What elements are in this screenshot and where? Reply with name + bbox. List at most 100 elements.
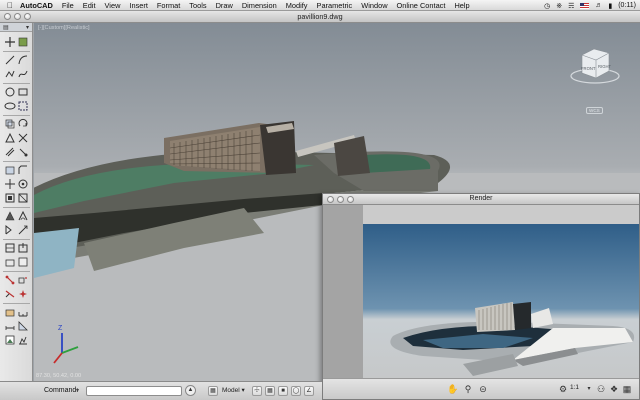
palette-divider <box>3 303 30 304</box>
angular-dimension-tool-icon[interactable] <box>17 210 29 222</box>
hatch-tool-icon[interactable] <box>4 178 16 190</box>
command-expand-icon[interactable]: ▲ <box>185 385 196 396</box>
stretch-tool-icon[interactable] <box>17 192 29 204</box>
polygon-tool-icon[interactable] <box>17 100 29 112</box>
palette-divider <box>3 115 30 116</box>
quick-select-tool-icon[interactable] <box>17 36 29 48</box>
render-output-image <box>363 224 639 378</box>
area-tool-icon[interactable] <box>17 320 29 332</box>
image-tool-icon[interactable] <box>4 334 16 346</box>
battery-icon[interactable]: ▮ <box>608 2 612 10</box>
circle-tool-icon[interactable] <box>4 86 16 98</box>
select-cursor-tool-icon[interactable] <box>4 36 16 48</box>
render-titlebar: Render <box>323 194 639 205</box>
distance-tool-icon[interactable] <box>4 320 16 332</box>
object-snap-icon[interactable]: ∠ <box>304 386 314 396</box>
join-tool-icon[interactable] <box>17 274 29 286</box>
zoom-magnifier-icon[interactable]: ⚲ <box>462 383 474 395</box>
table-tool-icon[interactable] <box>4 306 16 318</box>
time-machine-icon[interactable]: ◷ <box>544 2 550 10</box>
snap-icon[interactable]: ☩ <box>252 386 262 396</box>
menu-tools[interactable]: Tools <box>189 1 206 10</box>
break-tool-icon[interactable] <box>4 288 16 300</box>
input-flag-icon[interactable] <box>580 2 590 9</box>
wifi-icon[interactable]: ☴ <box>568 2 574 10</box>
menu-view[interactable]: View <box>105 1 121 10</box>
menu-insert[interactable]: Insert <box>129 1 147 10</box>
polar-tracking-icon[interactable]: ◯ <box>291 386 301 396</box>
menu-dimension[interactable]: Dimension <box>242 1 277 10</box>
grid-display-icon[interactable]: ▦ <box>265 386 275 396</box>
block-tool-icon[interactable] <box>4 242 16 254</box>
offset-tool-icon[interactable] <box>4 146 16 158</box>
viewport-controls-label[interactable]: [-][Custom][Realistic] <box>38 25 90 31</box>
render-top-gap <box>363 205 639 224</box>
spline-tool-icon[interactable] <box>17 68 29 80</box>
rotate-tool-icon[interactable] <box>17 118 29 130</box>
text-tool-icon[interactable] <box>4 224 16 236</box>
menu-edit[interactable]: Edit <box>83 1 96 10</box>
layout-grid-icon[interactable]: ▦ <box>208 386 218 396</box>
menu-draw[interactable]: Draw <box>216 1 233 10</box>
cantilever-wall <box>334 136 370 176</box>
command-input[interactable] <box>86 386 182 396</box>
volume-icon[interactable]: ♬ <box>595 2 602 9</box>
menu-file[interactable]: File <box>62 1 74 10</box>
render-tool-c-icon[interactable]: ▦ <box>621 383 633 395</box>
mirror-tool-icon[interactable] <box>4 132 16 144</box>
document-title: pavillion9.dwg <box>297 12 343 21</box>
command-status-bar: Command: ▾ ▲ ▦ Model ▾ ☩ ▦ ■ ◯ ∠ <box>0 381 322 400</box>
document-titlebar: pavillion9.dwg <box>0 11 640 23</box>
zoom-dropdown-icon[interactable]: ▾ <box>583 383 595 395</box>
leader-tool-icon[interactable] <box>17 224 29 236</box>
render-tool-b-icon[interactable]: ❖ <box>608 383 620 395</box>
plot-tool-icon[interactable] <box>17 334 29 346</box>
menu-modify[interactable]: Modify <box>286 1 308 10</box>
insert-block-tool-icon[interactable] <box>17 242 29 254</box>
tool-palette: ▤ ▾ <box>0 23 33 381</box>
palette-divider <box>3 239 30 240</box>
properties-tool-icon[interactable] <box>17 256 29 268</box>
viewcube-front-label[interactable]: FRONT <box>581 66 595 71</box>
viewcube-right-label[interactable]: RIGHT <box>598 64 611 69</box>
menu-online-contact[interactable]: Online Contact <box>397 1 446 10</box>
zoom-out-icon[interactable]: ⊝ <box>477 383 489 395</box>
region-tool-icon[interactable] <box>17 178 29 190</box>
palette-divider <box>3 271 30 272</box>
polyline-tool-icon[interactable] <box>4 68 16 80</box>
ellipse-tool-icon[interactable] <box>4 100 16 112</box>
measure-tool-icon[interactable] <box>17 306 29 318</box>
menu-window[interactable]: Window <box>361 1 387 10</box>
array-tool-icon[interactable] <box>4 274 16 286</box>
extend-tool-icon[interactable] <box>17 146 29 158</box>
bluetooth-icon[interactable]: ※ <box>556 2 562 10</box>
line-tool-icon[interactable] <box>4 54 16 66</box>
model-tab-select[interactable]: Model ▾ <box>222 386 250 396</box>
menu-app-name[interactable]: AutoCAD <box>20 1 53 10</box>
trim-tool-icon[interactable] <box>17 132 29 144</box>
render-settings-icon[interactable]: ⚙ <box>557 383 569 395</box>
wcs-menu[interactable]: WCS <box>586 107 603 114</box>
palette-dropdown-icon[interactable]: ▾ <box>26 24 29 31</box>
ortho-icon[interactable]: ■ <box>278 386 288 396</box>
menu-format[interactable]: Format <box>157 1 180 10</box>
chamfer-tool-icon[interactable] <box>17 164 29 176</box>
rectangle-tool-icon[interactable] <box>17 86 29 98</box>
command-history-icon[interactable]: ▾ <box>76 387 79 394</box>
render-zoom-level[interactable]: 1:1 <box>570 384 579 391</box>
menu-help[interactable]: Help <box>454 1 469 10</box>
menu-bar:  AutoCAD File Edit View Insert Format T… <box>0 0 640 11</box>
apple-icon[interactable]:  <box>4 1 16 10</box>
scale-tool-icon[interactable] <box>4 192 16 204</box>
arc-tool-icon[interactable] <box>17 54 29 66</box>
palette-menu-icon[interactable]: ▤ <box>3 24 9 31</box>
fillet-tool-icon[interactable] <box>4 164 16 176</box>
menu-parametric[interactable]: Parametric <box>317 1 353 10</box>
render-tool-a-icon[interactable]: ⚇ <box>595 383 607 395</box>
dimension-tool-icon[interactable] <box>4 210 16 222</box>
move-tool-icon[interactable] <box>4 118 16 130</box>
menu-clock[interactable]: (0:11) <box>618 2 636 9</box>
explode-tool-icon[interactable] <box>17 288 29 300</box>
layer-tool-icon[interactable] <box>4 256 16 268</box>
pan-hand-icon[interactable]: ✋ <box>447 383 459 395</box>
